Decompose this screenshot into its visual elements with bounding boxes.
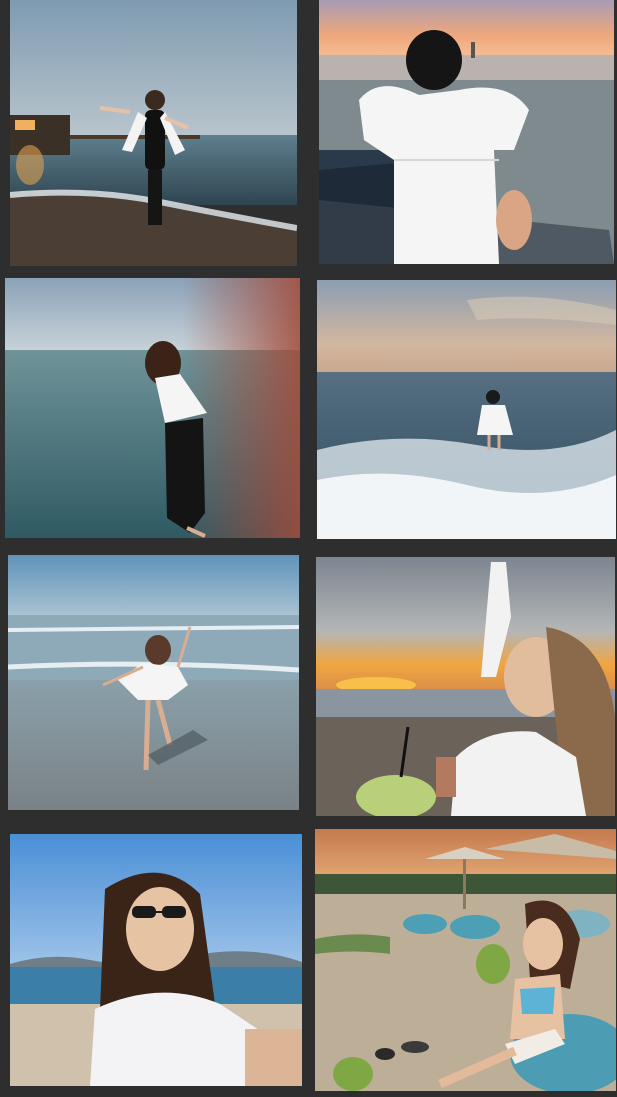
photo-8-image — [315, 829, 616, 1091]
photo-sunset-coconut-arm-raised[interactable] — [316, 557, 615, 816]
photo-twirl-wet-sand[interactable] — [8, 555, 299, 810]
photo-1-image — [10, 0, 297, 266]
photo-5-image — [8, 555, 299, 810]
photo-6-image — [316, 557, 615, 816]
photo-portrait-sunglasses[interactable] — [10, 834, 302, 1086]
photo-collage — [0, 0, 617, 1097]
photo-7-image — [10, 834, 302, 1086]
photo-3-image — [5, 278, 300, 538]
photo-beach-bar-coconut[interactable] — [315, 829, 616, 1091]
photo-sunset-lighthouse-back-view[interactable] — [319, 0, 614, 264]
photo-4-image — [317, 280, 616, 539]
photo-beach-dusk-black-dress[interactable] — [10, 0, 297, 266]
photo-2-image — [319, 0, 614, 264]
photo-sea-dance-light-leak[interactable] — [5, 278, 300, 538]
photo-walking-into-waves[interactable] — [317, 280, 616, 539]
